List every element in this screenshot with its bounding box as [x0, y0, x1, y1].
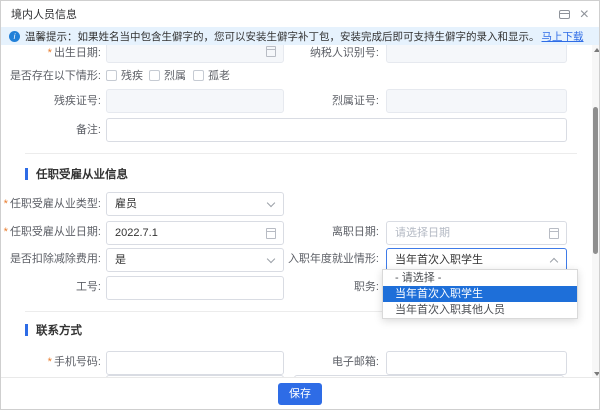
dialog-footer: 保存: [1, 377, 599, 409]
situations-label: 是否存在以下情形:: [1, 69, 101, 83]
scrollbar[interactable]: [592, 45, 600, 379]
taxpayer-id-input[interactable]: [386, 45, 567, 63]
section-header-employment: 任职受雇从业信息: [25, 167, 128, 181]
form-scroll-area: *出生日期: 纳税人识别号: 是否存在以下情形: 残疾 烈属 孤老 残疾证号: …: [1, 45, 593, 379]
scroll-down-arrow-icon[interactable]: [594, 372, 600, 376]
mobile-label: *手机号码:: [1, 355, 101, 369]
email-label: 电子邮箱:: [257, 355, 379, 369]
employment-date-label: *任职受雇从业日期:: [1, 225, 101, 239]
dropdown-option-student[interactable]: 当年首次入职学生: [383, 286, 577, 302]
required-mark: *: [4, 226, 8, 238]
checkbox-disability[interactable]: [106, 70, 117, 81]
download-link[interactable]: 马上下载: [542, 29, 584, 44]
martyr-cert-input[interactable]: [386, 89, 567, 113]
titlebar: 境内人员信息: [1, 1, 599, 27]
dropdown-option-other[interactable]: 当年首次入职其他人员: [383, 302, 577, 318]
dialog-title: 境内人员信息: [11, 6, 77, 22]
dropdown-option-placeholder[interactable]: - 请选择 -: [383, 270, 577, 286]
notice-bar: 温馨提示：如果姓名当中包含生僻字的，您可以安装生僻字补丁包，安装完成后即可支持生…: [1, 27, 599, 45]
martyr-cert-label: 烈属证号:: [257, 94, 379, 108]
checkbox-martyr[interactable]: [149, 70, 160, 81]
required-mark: *: [48, 47, 52, 59]
taxpayer-id-label: 纳税人识别号:: [257, 46, 379, 60]
employment-type-label: *任职受雇从业类型:: [1, 197, 101, 211]
employment-type-select[interactable]: 雇员: [106, 192, 284, 216]
remarks-label: 备注:: [1, 123, 101, 137]
checkbox-elderly[interactable]: [193, 70, 204, 81]
required-mark: *: [4, 198, 8, 210]
remarks-input[interactable]: [106, 118, 567, 142]
checkbox-disability-label: 残疾: [121, 69, 143, 83]
employee-no-label: 工号:: [1, 280, 101, 294]
checkbox-elderly-label: 孤老: [208, 69, 230, 83]
section-title: 联系方式: [36, 322, 82, 338]
checkbox-martyr-label: 烈属: [164, 69, 186, 83]
info-icon: [9, 31, 20, 42]
close-icon[interactable]: [580, 7, 589, 22]
position-label: 职务:: [257, 280, 379, 294]
entry-year-dropdown: - 请选择 - 当年首次入职学生 当年首次入职其他人员: [382, 269, 578, 319]
calendar-icon: [549, 228, 559, 239]
resignation-date-input[interactable]: 请选择日期: [386, 221, 567, 245]
chevron-down-icon: [267, 199, 275, 207]
section-divider: [25, 153, 577, 154]
email-input[interactable]: [386, 351, 567, 375]
required-mark: *: [48, 356, 52, 368]
window-restore-icon[interactable]: [559, 10, 570, 19]
scroll-up-arrow-icon[interactable]: [594, 48, 600, 52]
section-bar-icon: [25, 324, 28, 336]
chevron-up-icon: [550, 258, 558, 266]
deduct-expense-label: 是否扣除减除费用:: [1, 252, 101, 266]
personnel-info-dialog: 境内人员信息 温馨提示：如果姓名当中包含生僻字的，您可以安装生僻字补丁包，安装完…: [0, 0, 600, 410]
birth-date-label: *出生日期:: [1, 46, 101, 60]
section-title: 任职受雇从业信息: [36, 166, 128, 182]
scrollbar-thumb[interactable]: [593, 107, 598, 254]
disability-cert-label: 残疾证号:: [1, 94, 101, 108]
resignation-date-label: 离职日期:: [257, 225, 379, 239]
entry-year-label: 入职年度就业情形:: [257, 252, 379, 266]
notice-text: 温馨提示：如果姓名当中包含生僻字的，您可以安装生僻字补丁包，安装完成后即可支持生…: [25, 29, 540, 44]
section-bar-icon: [25, 168, 28, 180]
section-header-contact: 联系方式: [25, 323, 82, 337]
save-button[interactable]: 保存: [278, 383, 322, 405]
